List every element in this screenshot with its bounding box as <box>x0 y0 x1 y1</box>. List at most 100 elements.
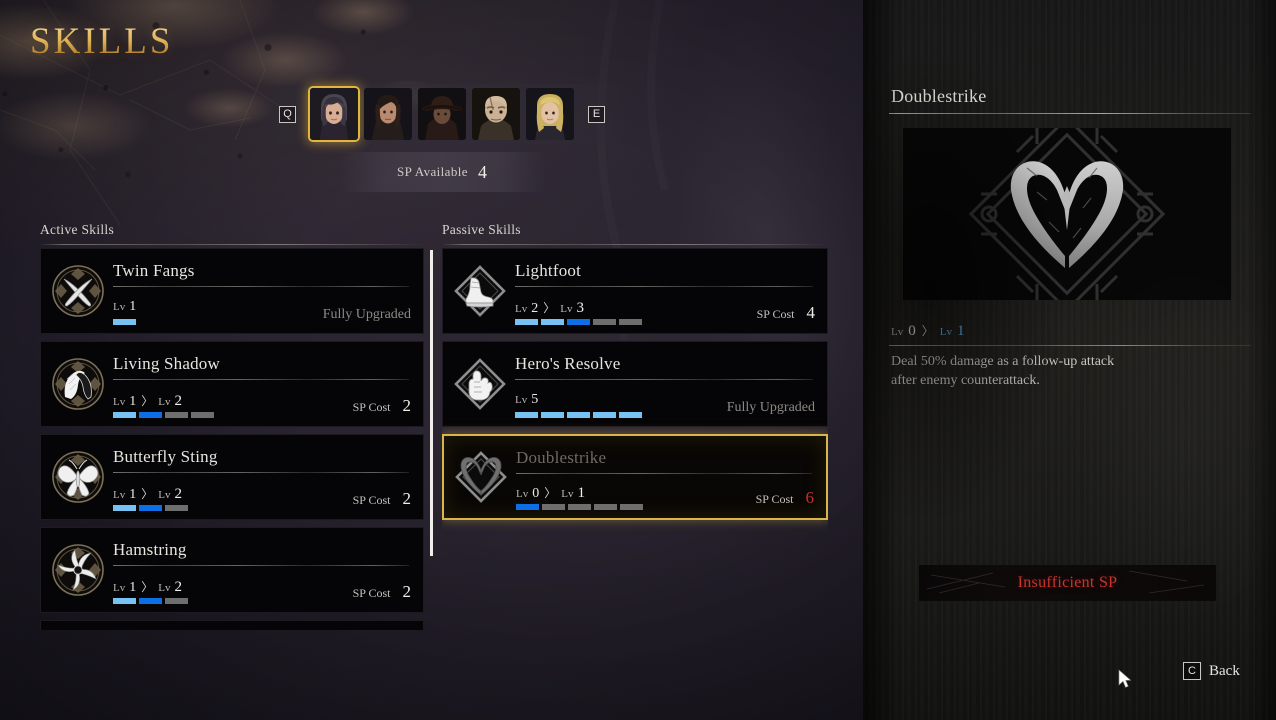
skill-level-block: Lv 0 〉 Lv 1 <box>516 484 643 510</box>
skill-card[interactable]: Living Shadow Lv 1 〉 Lv 2 SP Cost 2 <box>40 341 424 427</box>
skill-level-segment <box>542 504 565 510</box>
skill-lv-current: 2 <box>531 301 539 316</box>
skill-level-segment <box>515 319 538 325</box>
skill-level-line: Lv 5 <box>515 392 642 408</box>
skill-level-bar <box>113 505 188 511</box>
skills-screen: SKILLS Q E SP Available 4 Active Skills … <box>0 0 1276 720</box>
skill-card[interactable]: Butterfly Sting Lv 1 〉 Lv 2 SP Cost 2 <box>40 434 424 520</box>
skill-lv-next: 2 <box>174 393 182 409</box>
skill-card-footer: Lv 1 〉 Lv 2 SP Cost 2 <box>113 392 411 418</box>
sp-available-label: SP Available <box>397 164 468 179</box>
skill-lv-tag-next: Lv <box>158 396 171 408</box>
character-portrait-0[interactable] <box>310 88 358 140</box>
skill-lv-next: 2 <box>174 579 182 595</box>
skill-lv-tag-current: Lv <box>113 301 126 313</box>
detail-skill-title: Doublestrike <box>891 86 987 106</box>
sp-available: SP Available 4 <box>338 152 546 192</box>
skill-lv-tag-current: Lv <box>515 394 528 406</box>
skill-card-body: Butterfly Sting Lv 1 〉 Lv 2 SP Cost 2 <box>107 435 423 519</box>
skill-card-footer: Lv 2 〉 Lv 3 SP Cost 4 <box>515 299 815 325</box>
skill-name: Twin Fangs <box>113 261 195 280</box>
skill-level-segment <box>113 319 136 325</box>
boot-icon <box>451 262 509 320</box>
skill-cost-value: 6 <box>805 488 815 507</box>
skill-lv-arrow: 〉 <box>141 394 154 408</box>
back-button[interactable]: C Back <box>1183 662 1240 680</box>
skill-status-label: Fully Upgraded <box>322 307 411 322</box>
skill-level-segment <box>139 412 162 418</box>
skill-lv-tag-current: Lv <box>113 489 126 501</box>
skill-level-block: Lv 1 〉 Lv 2 <box>113 578 188 604</box>
skill-lv-current: 1 <box>129 487 137 502</box>
skill-level-bar <box>113 319 136 325</box>
skill-level-segment <box>165 505 188 511</box>
active-skills-scrollbar[interactable] <box>430 250 433 556</box>
butterfly-icon <box>49 448 107 506</box>
skill-card[interactable]: Twin Fangs Lv 1 Fully Upgraded <box>40 248 424 334</box>
skill-status-label: Fully Upgraded <box>726 400 815 415</box>
skill-card[interactable]: Hero's Resolve Lv 5 Fully Upgraded <box>442 341 828 427</box>
skill-level-line: Lv 1 〉 Lv 2 <box>113 485 188 502</box>
detail-lv-current: 0 <box>908 323 916 339</box>
detail-lv-next: 1 <box>956 323 965 339</box>
spiral-blades-icon <box>49 541 107 599</box>
skill-level-segment <box>567 319 590 325</box>
skill-lv-current: 0 <box>532 486 540 501</box>
character-selector: Q E <box>258 84 626 144</box>
double-blade-heart-icon <box>903 128 1231 300</box>
skill-cost-block: SP Cost 6 <box>756 488 814 510</box>
skill-level-segment <box>620 504 643 510</box>
skill-cost-block: SP Cost 4 <box>757 303 815 325</box>
skill-level-segment <box>568 504 591 510</box>
skill-cost-value: 2 <box>402 489 412 508</box>
skill-name: Hamstring <box>113 540 187 559</box>
passive-skills-list[interactable]: Lightfoot Lv 2 〉 Lv 3 SP Cost 4 Hero's Resolve L… <box>442 248 828 630</box>
back-key-cap: C <box>1183 662 1201 680</box>
skill-cost-block: SP Cost 2 <box>353 396 411 418</box>
skill-card-footer: Lv 0 〉 Lv 1 SP Cost 6 <box>516 484 814 510</box>
character-portrait-3[interactable] <box>472 88 520 140</box>
skill-level-bar <box>515 412 642 418</box>
skill-level-line: Lv 1 〉 Lv 2 <box>113 392 214 409</box>
next-character-key[interactable]: E <box>588 105 605 123</box>
crossed-blades-icon <box>49 262 107 320</box>
page-title: SKILLS <box>30 21 174 62</box>
skill-level-bar <box>113 412 214 418</box>
skill-divider <box>113 565 409 566</box>
skill-level-segment <box>593 319 616 325</box>
skill-level-bar <box>516 504 643 510</box>
skill-cost-label: SP Cost <box>756 307 795 321</box>
double-blade-heart-icon <box>452 448 510 506</box>
skill-card-body: Doublestrike Lv 0 〉 Lv 1 SP Cost 6 <box>510 436 826 518</box>
skill-name: Butterfly Sting <box>113 447 218 466</box>
skill-lv-current: 1 <box>129 580 137 595</box>
skill-card[interactable]: Lightfoot Lv 2 〉 Lv 3 SP Cost 4 <box>442 248 828 334</box>
skill-name: Living Shadow <box>113 354 220 373</box>
skill-level-segment <box>139 505 162 511</box>
skill-cost-value: 2 <box>402 582 412 601</box>
skill-level-line: Lv 1 <box>113 299 136 315</box>
active-skills-rule <box>40 244 426 245</box>
skill-lv-tag-next: Lv <box>158 489 171 501</box>
prev-character-key[interactable]: Q <box>279 105 296 123</box>
character-portrait-2[interactable] <box>418 88 466 140</box>
skill-lv-arrow: 〉 <box>141 580 154 594</box>
skill-divider <box>515 286 813 287</box>
skill-lv-next: 3 <box>576 300 584 316</box>
skill-level-block: Lv 1 〉 Lv 2 <box>113 485 188 511</box>
skill-card[interactable]: Hamstring Lv 1 〉 Lv 2 SP Cost 2 <box>40 527 424 613</box>
skill-level-line: Lv 0 〉 Lv 1 <box>516 484 643 501</box>
skill-cost-label: SP Cost <box>352 493 391 507</box>
active-skills-list[interactable]: Twin Fangs Lv 1 Fully Upgraded Living Shado… <box>40 248 424 630</box>
passive-skills-heading: Passive Skills <box>442 222 521 237</box>
skill-lv-tag-next: Lv <box>561 488 574 500</box>
skill-card[interactable] <box>40 620 424 630</box>
character-portrait-4[interactable] <box>526 88 574 140</box>
skill-card[interactable]: Doublestrike Lv 0 〉 Lv 1 SP Cost 6 <box>442 434 828 520</box>
fist-icon <box>451 355 509 413</box>
sp-available-value: 4 <box>477 161 487 182</box>
skill-cost-block: SP Cost 2 <box>353 582 411 604</box>
character-portrait-1[interactable] <box>364 88 412 140</box>
skill-level-bar <box>515 319 642 325</box>
detail-description: Deal 50% damage as a follow-up attack af… <box>891 354 1115 388</box>
